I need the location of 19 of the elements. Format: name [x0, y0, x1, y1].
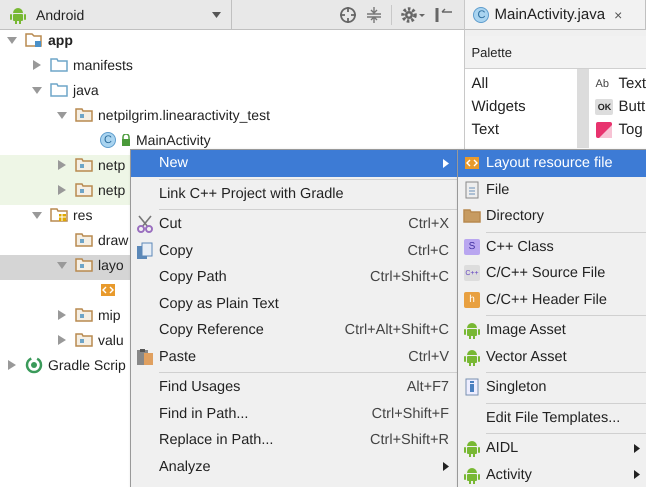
- button-widget-icon: OK: [595, 98, 614, 114]
- tree-item-label: draw: [98, 232, 128, 248]
- tree-item-label: Gradle Scrip: [48, 357, 126, 373]
- tree-item-label: MainActivity: [136, 132, 211, 148]
- cpp-header-icon: h: [464, 292, 480, 308]
- cpp-class-icon: S: [464, 238, 480, 255]
- tree-item-label: manifests: [73, 57, 133, 73]
- tree-item-label: netp: [98, 182, 126, 198]
- tree-item-label: layo: [98, 257, 124, 273]
- tree-item-label: netp: [98, 157, 126, 173]
- tree-item-label: java: [73, 82, 99, 98]
- tree-item-label: netpilgrim.linearactivity_test: [98, 107, 270, 123]
- tree-item-label: res: [73, 207, 92, 223]
- class-icon: C: [473, 6, 490, 22]
- tree-item-label: valu: [98, 332, 124, 348]
- class-icon: C: [100, 132, 116, 148]
- tree-item-label: mip: [98, 307, 121, 323]
- tree-item-label: app: [48, 32, 73, 48]
- text-widget-icon: Ab: [595, 78, 614, 90]
